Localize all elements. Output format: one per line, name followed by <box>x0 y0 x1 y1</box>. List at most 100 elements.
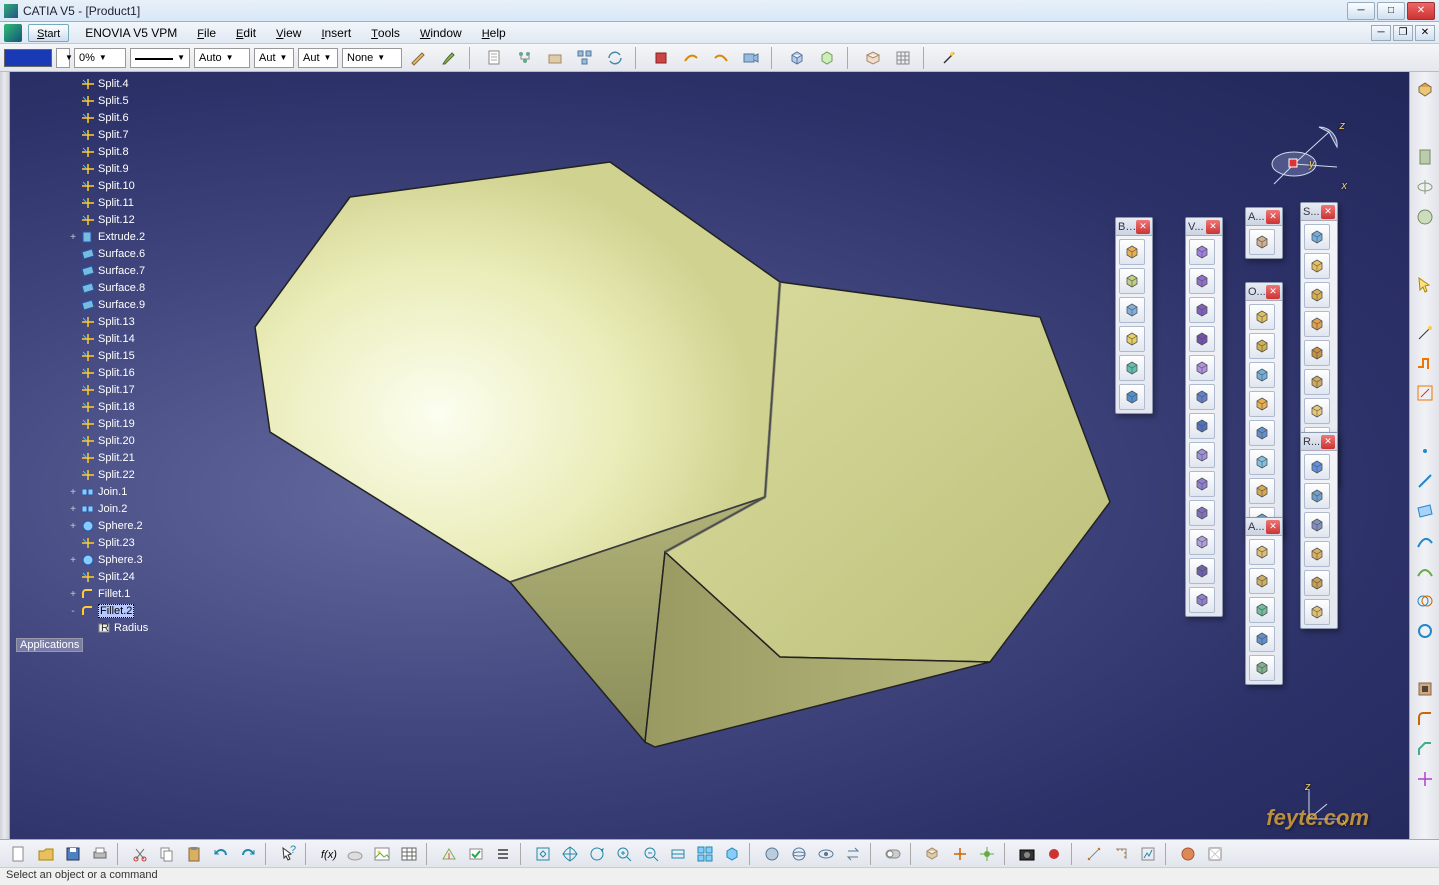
extract-icon[interactable] <box>437 843 461 865</box>
palette-tool-icon[interactable] <box>1249 391 1275 417</box>
document-icon[interactable] <box>4 24 22 42</box>
tool-palette[interactable]: V... ✕ <box>1185 217 1223 617</box>
measure1-icon[interactable] <box>1082 843 1106 865</box>
color-dropdown[interactable]: ▼ <box>56 48 70 68</box>
tree-twist-icon[interactable] <box>68 436 78 447</box>
tree-twist-icon[interactable] <box>68 283 78 294</box>
whatsthis-icon[interactable]: ? <box>276 843 300 865</box>
fit-icon[interactable] <box>531 843 555 865</box>
arrow-cursor-icon[interactable] <box>1414 274 1436 296</box>
wireframe-icon[interactable] <box>787 843 811 865</box>
palette-header[interactable]: A... ✕ <box>1246 518 1282 536</box>
table-icon[interactable] <box>397 843 421 865</box>
tree-node[interactable]: Split.16 <box>12 365 228 381</box>
palette-tool-icon[interactable] <box>1189 326 1215 352</box>
tree-twist-icon[interactable] <box>68 96 78 107</box>
tree-twist-icon[interactable]: + <box>68 504 78 515</box>
menu-insert[interactable]: Insert <box>311 24 361 42</box>
extrude-icon[interactable] <box>1414 146 1436 168</box>
tree-node[interactable]: Split.9 <box>12 161 228 177</box>
palette-tool-icon[interactable] <box>1249 478 1275 504</box>
menu-help[interactable]: Help <box>472 24 516 42</box>
palette-tool-icon[interactable] <box>1249 333 1275 359</box>
tool-palette[interactable]: A... ✕ <box>1245 207 1283 259</box>
tree-node[interactable]: Split.15 <box>12 348 228 364</box>
specification-tree[interactable]: Split.4 Split.5 Split.6 Split.7 Split.8 … <box>10 72 230 658</box>
toggle-icon[interactable] <box>881 843 905 865</box>
tree-node[interactable]: - Fillet.2 <box>12 603 228 619</box>
rotate-icon[interactable] <box>585 843 609 865</box>
palette-tool-icon[interactable] <box>1304 224 1330 250</box>
point-icon[interactable] <box>1414 440 1436 462</box>
line-weight-combo[interactable]: ▼ <box>130 48 190 68</box>
new-icon[interactable] <box>7 843 31 865</box>
tree-node[interactable]: Split.17 <box>12 382 228 398</box>
doc-minimize-button[interactable]: ─ <box>1371 25 1391 41</box>
intersect-icon[interactable] <box>1414 590 1436 612</box>
tree-node[interactable]: Split.19 <box>12 416 228 432</box>
zoom-in-icon[interactable] <box>612 843 636 865</box>
left-dock-strip[interactable] <box>0 72 10 839</box>
formula-icon[interactable]: f(x) <box>316 843 340 865</box>
redo-curve-icon[interactable] <box>709 47 733 69</box>
menu-tools[interactable]: Tools <box>361 24 410 42</box>
tree-twist-icon[interactable] <box>68 164 78 175</box>
line-auto-combo[interactable]: Auto▼ <box>194 48 250 68</box>
curvature-icon[interactable] <box>1414 560 1436 582</box>
palette-close-icon[interactable]: ✕ <box>1321 205 1335 219</box>
maximize-button[interactable]: □ <box>1377 2 1405 20</box>
minimize-button[interactable]: ─ <box>1347 2 1375 20</box>
doc-restore-button[interactable]: ❐ <box>1393 25 1413 41</box>
tree-node[interactable]: + Sphere.2 <box>12 518 228 534</box>
tool-palette[interactable]: R... ✕ <box>1300 432 1338 629</box>
tree-twist-icon[interactable] <box>68 334 78 345</box>
tree-node[interactable]: Surface.6 <box>12 246 228 262</box>
tree-node[interactable]: Split.21 <box>12 450 228 466</box>
record-icon[interactable] <box>1042 843 1066 865</box>
tree-node[interactable]: + Sphere.3 <box>12 552 228 568</box>
tree-node[interactable]: Split.23 <box>12 535 228 551</box>
palette-tool-icon[interactable] <box>1249 539 1275 565</box>
compass[interactable]: z y x <box>1259 112 1349 192</box>
undo-icon[interactable] <box>209 843 233 865</box>
stop-icon[interactable] <box>649 47 673 69</box>
undo-curve-icon[interactable] <box>679 47 703 69</box>
palette-tool-icon[interactable] <box>1189 239 1215 265</box>
cube2-icon[interactable] <box>815 47 839 69</box>
tree-twist-icon[interactable] <box>68 113 78 124</box>
tree-node[interactable]: Split.4 <box>12 76 228 92</box>
menu-start[interactable]: Start <box>28 24 69 42</box>
tree-twist-icon[interactable] <box>68 419 78 430</box>
menu-file[interactable]: File <box>187 24 226 42</box>
tree-twist-icon[interactable] <box>68 181 78 192</box>
tree-twist-icon[interactable] <box>68 572 78 583</box>
palette-tool-icon[interactable] <box>1304 340 1330 366</box>
tree-node[interactable]: Split.11 <box>12 195 228 211</box>
sheet-icon[interactable] <box>483 47 507 69</box>
tree-twist-icon[interactable]: + <box>68 589 78 600</box>
palette-tool-icon[interactable] <box>1189 268 1215 294</box>
paint-icon[interactable] <box>407 47 431 69</box>
palette-close-icon[interactable]: ✕ <box>1266 285 1280 299</box>
open-icon[interactable] <box>34 843 58 865</box>
close-button[interactable]: ✕ <box>1407 2 1435 20</box>
plane-icon[interactable] <box>1414 500 1436 522</box>
palette-tool-icon[interactable] <box>1249 449 1275 475</box>
cloud-icon[interactable] <box>343 843 367 865</box>
tree-node[interactable]: Split.12 <box>12 212 228 228</box>
tool-palette[interactable]: O... ✕ <box>1245 282 1283 537</box>
save-icon[interactable] <box>61 843 85 865</box>
palette-tool-icon[interactable] <box>1189 529 1215 555</box>
hide-show-icon[interactable] <box>814 843 838 865</box>
transparency-combo[interactable]: 0%▼ <box>74 48 126 68</box>
palette-tool-icon[interactable] <box>1119 384 1145 410</box>
grid-icon[interactable] <box>891 47 915 69</box>
tree-twist-icon[interactable] <box>68 453 78 464</box>
palette-tool-icon[interactable] <box>1304 570 1330 596</box>
tree-twist-icon[interactable] <box>68 470 78 481</box>
menu-window[interactable]: Window <box>410 24 472 42</box>
tree-node[interactable]: Split.6 <box>12 110 228 126</box>
palette-tool-icon[interactable] <box>1189 384 1215 410</box>
cube-icon[interactable] <box>785 47 809 69</box>
package-icon[interactable] <box>861 47 885 69</box>
